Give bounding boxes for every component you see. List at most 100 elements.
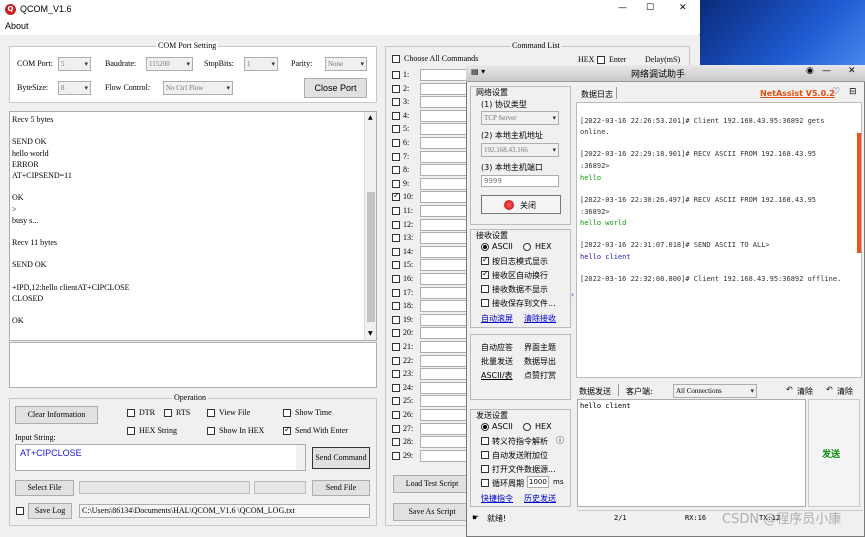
port-field[interactable]: 9999 — [481, 175, 559, 187]
lucky-link[interactable]: 点赞打赏 — [524, 370, 556, 381]
command-checkbox[interactable] — [392, 411, 400, 419]
command-input[interactable] — [420, 422, 470, 435]
ui-theme-link[interactable]: 界面主题 — [524, 342, 556, 353]
command-checkbox[interactable] — [392, 383, 400, 392]
dtr-checkbox[interactable] — [127, 409, 135, 417]
command-checkbox[interactable] — [392, 247, 400, 256]
command-checkbox[interactable] — [392, 397, 400, 406]
history-link[interactable]: 历史发送 — [524, 493, 556, 504]
command-input[interactable] — [420, 164, 470, 177]
command-checkbox[interactable] — [392, 125, 400, 134]
open-file-checkbox[interactable] — [481, 465, 489, 473]
save-as-script-button[interactable]: Save As Script — [393, 503, 471, 521]
input-scrollbar[interactable] — [296, 445, 305, 470]
command-input[interactable] — [420, 395, 470, 408]
send-button[interactable]: 发送 — [808, 399, 860, 507]
command-checkbox[interactable] — [392, 329, 400, 338]
shortcut-link[interactable]: 快捷指令 — [481, 493, 513, 504]
command-checkbox[interactable] — [392, 234, 400, 243]
clear-count-label[interactable]: 清除 — [837, 386, 853, 397]
flow-control-select[interactable]: No Ctrl Flow — [163, 81, 233, 95]
command-input[interactable] — [420, 409, 470, 421]
close-connection-button[interactable]: 关闭 — [481, 195, 561, 214]
command-input[interactable] — [420, 177, 470, 190]
command-checkbox[interactable] — [392, 84, 400, 93]
heart-icon[interactable]: ♡ — [832, 87, 840, 97]
show-in-hex-checkbox[interactable] — [207, 427, 215, 435]
save-to-file-checkbox[interactable] — [481, 299, 489, 307]
command-checkbox[interactable] — [392, 424, 400, 433]
scroll-down-icon[interactable]: ▼ — [368, 330, 373, 337]
command-input[interactable] — [420, 150, 470, 163]
auto-scroll-link[interactable]: 自动滚屏 — [481, 313, 513, 324]
choose-all-checkbox[interactable] — [392, 55, 400, 63]
command-input[interactable] — [420, 368, 470, 381]
command-input[interactable] — [420, 286, 470, 299]
netassist-minimize-icon[interactable]: — — [822, 66, 831, 76]
send-tab[interactable]: 数据发送 — [579, 386, 611, 397]
command-input[interactable] — [420, 96, 470, 109]
send-file-button[interactable]: Send File — [312, 480, 370, 496]
save-log-checkbox[interactable] — [16, 507, 24, 515]
command-checkbox[interactable] — [392, 315, 400, 324]
protocol-select[interactable]: TCP Server — [481, 111, 559, 125]
baudrate-select[interactable]: 115200 — [146, 57, 193, 71]
input-string-field[interactable]: AT+CIPCLOSE — [15, 444, 306, 471]
ascii-table-link[interactable]: ASCII/表 — [481, 370, 513, 381]
command-checkbox[interactable] — [392, 343, 400, 351]
hex-string-checkbox[interactable] — [127, 427, 135, 435]
command-checkbox[interactable] — [392, 111, 400, 120]
scroll-thumb[interactable] — [367, 192, 375, 322]
cycle-checkbox[interactable] — [481, 479, 489, 487]
view-file-checkbox[interactable] — [207, 409, 215, 417]
cycle-field[interactable]: 1000 — [527, 476, 549, 488]
log-tab[interactable]: 数据日志 — [581, 89, 613, 100]
netassist-menu-icon[interactable]: ▤ ▾ — [471, 67, 485, 76]
recv-hex-radio[interactable] — [523, 243, 531, 251]
command-checkbox[interactable] — [392, 438, 400, 447]
netassist-skin-icon[interactable]: ◉ — [806, 66, 814, 76]
command-checkbox[interactable] — [392, 356, 400, 365]
bytesize-select[interactable]: 8 — [58, 81, 91, 95]
command-input[interactable] — [420, 245, 470, 258]
host-select[interactable]: 192.168.43.166 — [481, 143, 559, 157]
command-input[interactable] — [420, 381, 470, 394]
hide-recv-checkbox[interactable] — [481, 285, 489, 293]
send-command-button[interactable]: Send Command — [312, 447, 370, 469]
command-checkbox[interactable] — [392, 152, 400, 161]
auto-reply-link[interactable]: 自动应答 — [481, 342, 513, 353]
command-checkbox[interactable] — [392, 451, 400, 460]
stopbits-select[interactable]: 1 — [244, 57, 278, 71]
command-input[interactable] — [420, 82, 470, 95]
command-input[interactable] — [420, 354, 470, 367]
command-input[interactable] — [420, 205, 470, 217]
command-input[interactable] — [420, 436, 470, 449]
log-path-field[interactable]: C:\Users\86134\Documents\HAL\QCOM_V1.6 \… — [79, 504, 370, 518]
command-checkbox[interactable] — [392, 288, 400, 297]
command-checkbox[interactable] — [392, 302, 400, 311]
command-input[interactable] — [420, 300, 470, 313]
command-input[interactable] — [420, 327, 470, 340]
command-checkbox[interactable] — [392, 207, 400, 215]
command-checkbox[interactable] — [392, 220, 400, 229]
receive-text-area[interactable]: Recv 5 bytes SEND OK hello world ERROR AT+CI… — [9, 111, 377, 341]
command-checkbox[interactable] — [392, 191, 400, 202]
command-checkbox[interactable] — [392, 71, 400, 79]
command-checkbox[interactable] — [392, 139, 400, 147]
log-mode-checkbox[interactable] — [481, 255, 489, 265]
select-file-button[interactable]: Select File — [15, 480, 74, 496]
export-link[interactable]: 数据导出 — [524, 356, 556, 367]
command-input[interactable] — [420, 313, 470, 326]
save-log-button[interactable]: Save Log — [28, 503, 72, 519]
clear-recv-link[interactable]: 清除接收 — [524, 313, 556, 324]
auto-append-checkbox[interactable] — [481, 451, 489, 459]
recv-ascii-radio[interactable] — [481, 243, 489, 251]
maximize-icon[interactable]: ☐ — [646, 3, 654, 13]
send-ascii-radio[interactable] — [481, 423, 489, 431]
escape-checkbox[interactable] — [481, 437, 489, 445]
pin-icon[interactable]: ⊟ — [849, 87, 857, 97]
close-icon[interactable]: ✕ — [679, 3, 687, 13]
command-input[interactable] — [420, 137, 470, 149]
command-checkbox[interactable] — [392, 275, 400, 283]
command-input[interactable] — [420, 218, 470, 231]
